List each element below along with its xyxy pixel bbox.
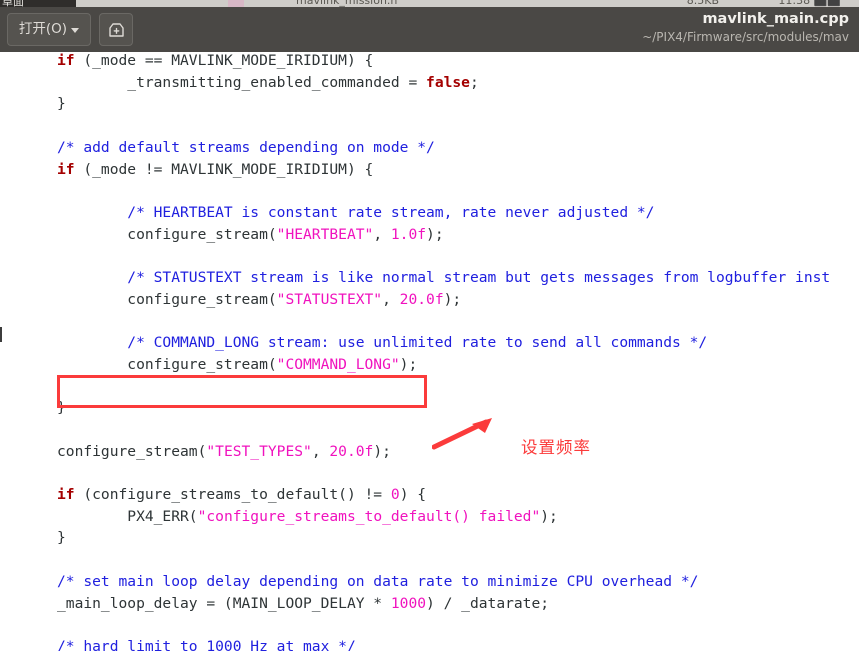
code-token: "configure_streams_to_default() failed" bbox=[197, 507, 541, 525]
code-token: ); bbox=[373, 442, 391, 460]
source-code-text[interactable]: if (_mode == MAVLINK_MODE_IRIDIUM) { _tr… bbox=[57, 52, 830, 651]
code-token: ) { bbox=[399, 486, 427, 504]
code-token: (_mode == MAVLINK_MODE_IRIDIUM) { bbox=[74, 52, 374, 69]
arrow-icon bbox=[432, 418, 492, 450]
code-token: 1.0f bbox=[390, 225, 427, 243]
code-token: /* COMMAND_LONG stream: use unlimited ra… bbox=[57, 334, 708, 352]
text-cursor bbox=[0, 327, 2, 342]
code-token: ); bbox=[443, 290, 462, 308]
chevron-down-icon bbox=[71, 28, 80, 33]
code-token: } bbox=[57, 529, 66, 547]
code-token: "COMMAND_LONG" bbox=[276, 355, 400, 373]
document-title-block: mavlink_main.cpp ~/PIX4/Firmware/src/mod… bbox=[642, 10, 849, 45]
code-token: "TEST_TYPES" bbox=[206, 442, 312, 460]
code-token: configure_stream( bbox=[57, 290, 277, 308]
code-token: /* set main loop delay depending on data… bbox=[57, 572, 699, 590]
background-window-left-label: 卓面 bbox=[2, 0, 24, 7]
code-token: 20.0f bbox=[399, 290, 444, 308]
code-token: if bbox=[57, 52, 75, 69]
code-token: if bbox=[57, 160, 75, 178]
code-token: } bbox=[57, 95, 66, 113]
code-token: "HEARTBEAT" bbox=[276, 225, 374, 243]
code-token: /* HEARTBEAT is constant rate stream, ra… bbox=[57, 203, 655, 221]
code-token: /* add default streams depending on mode… bbox=[57, 138, 435, 156]
code-token: } bbox=[57, 399, 66, 417]
background-window-size-label: 8.5KB bbox=[686, 0, 719, 7]
background-window-strip: 卓面 mavlink_mission.h 8.5KB 11:38 ⬛⬛ bbox=[0, 0, 859, 7]
page-title: mavlink_main.cpp bbox=[702, 11, 849, 27]
document-path: ~/PIX4/Firmware/src/modules/mav bbox=[642, 30, 849, 44]
code-token: configure_stream( bbox=[57, 225, 277, 243]
background-window-clock-label: 11:38 ⬛⬛ bbox=[778, 0, 841, 7]
code-token: , bbox=[311, 442, 330, 460]
code-token: ); bbox=[426, 225, 444, 243]
open-file-button[interactable]: 打开(O) bbox=[7, 13, 91, 46]
code-token: false bbox=[426, 73, 470, 91]
save-file-button[interactable] bbox=[99, 13, 133, 46]
code-token: configure_stream( bbox=[57, 442, 207, 460]
annotation-note: 设置频率 bbox=[521, 438, 591, 457]
save-icon bbox=[108, 21, 125, 38]
code-token: /* STATUSTEXT stream is like normal stre… bbox=[57, 269, 831, 287]
code-token: if bbox=[57, 486, 75, 504]
code-token: PX4_ERR( bbox=[57, 507, 198, 525]
code-token: ; bbox=[469, 73, 479, 91]
code-editor[interactable]: if (_mode == MAVLINK_MODE_IRIDIUM) { _tr… bbox=[0, 52, 859, 651]
code-token: "STATUSTEXT" bbox=[276, 290, 383, 308]
code-token: (configure_streams_to_default() != bbox=[74, 486, 391, 504]
code-token: 0 bbox=[390, 486, 400, 504]
code-token: , bbox=[382, 290, 400, 308]
code-token: ) / _datarate; bbox=[426, 594, 550, 612]
code-token: configure_stream( bbox=[57, 355, 277, 373]
background-window-color-swatch bbox=[228, 0, 244, 7]
code-token: _transmitting_enabled_commanded = bbox=[57, 73, 427, 91]
code-token: 20.0f bbox=[329, 442, 374, 460]
open-file-button-label: 打开(O) bbox=[18, 20, 68, 37]
code-token: ); bbox=[399, 355, 418, 373]
code-token: (_mode != MAVLINK_MODE_IRIDIUM) { bbox=[74, 160, 374, 178]
header-bar: 打开(O) mavlink_main.cpp ~/PIX4/Firmware/s… bbox=[0, 7, 859, 52]
background-window-tab-label: mavlink_mission.h bbox=[296, 0, 398, 7]
code-token: /* hard limit to 1000 Hz at max */ bbox=[57, 637, 356, 651]
code-token: , bbox=[373, 225, 391, 243]
code-token: ); bbox=[540, 507, 558, 525]
code-token: 1000 bbox=[390, 594, 427, 612]
code-token: _main_loop_delay = (MAIN_LOOP_DELAY * bbox=[57, 594, 391, 612]
